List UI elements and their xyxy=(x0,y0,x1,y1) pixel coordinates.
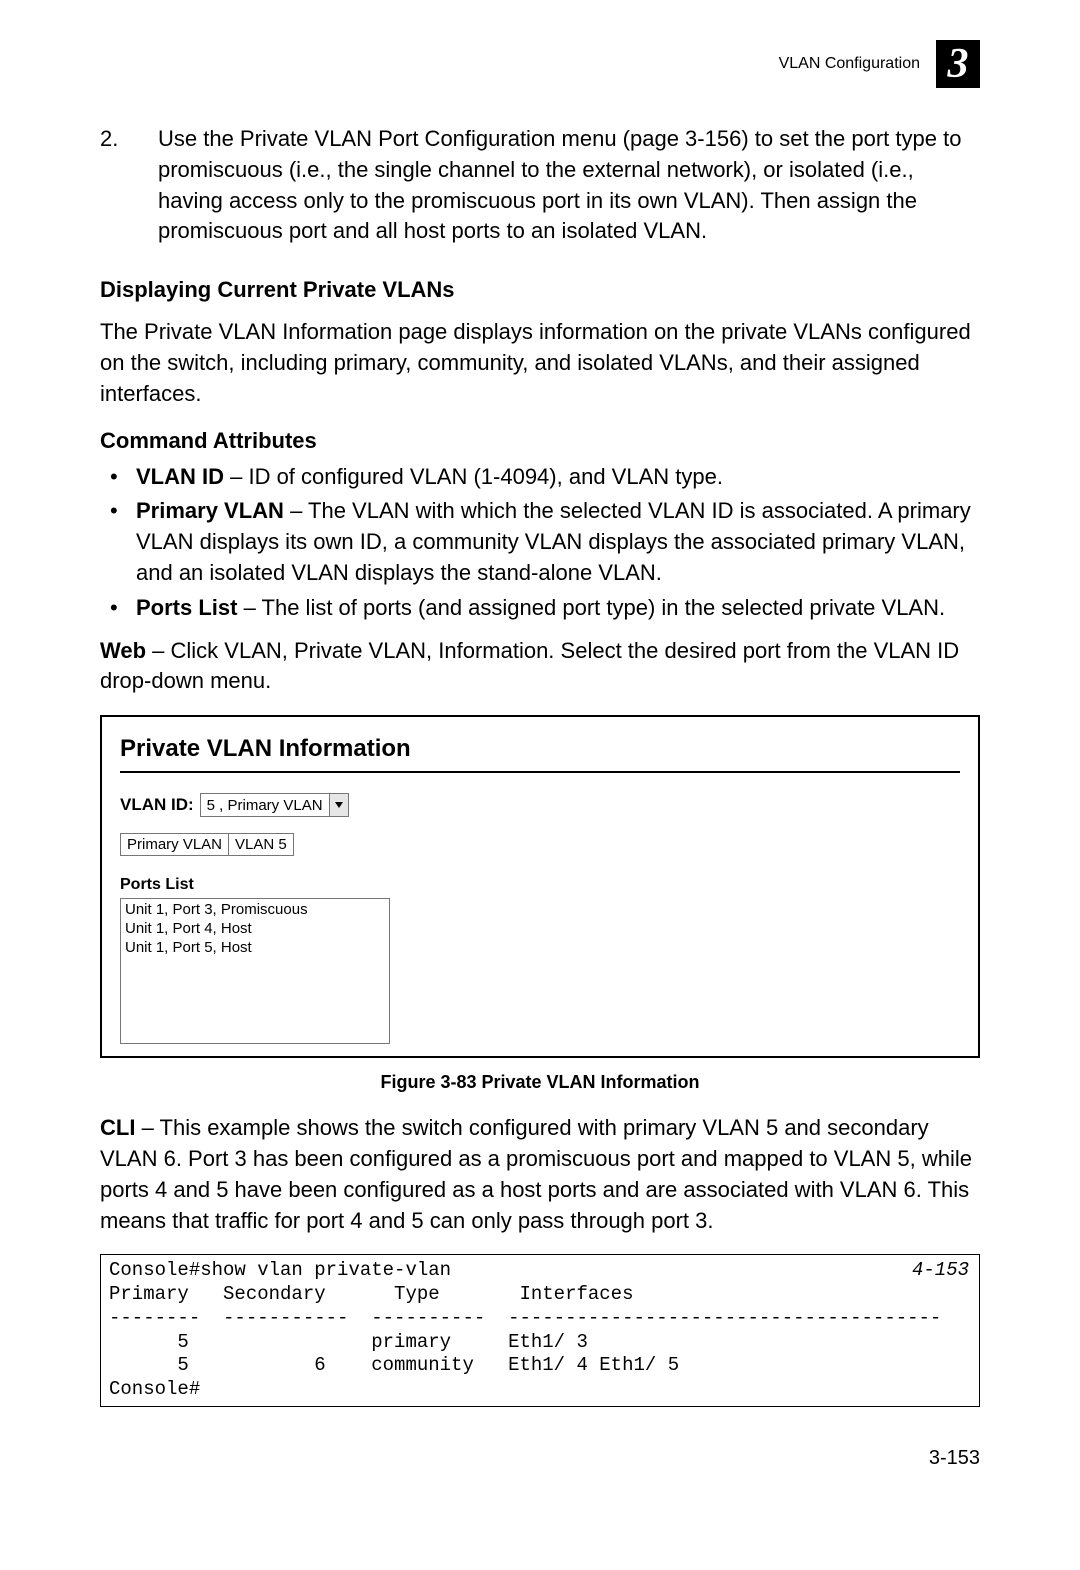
figure-caption: Figure 3-83 Private VLAN Information xyxy=(100,1072,980,1093)
bullet-dot: • xyxy=(110,462,124,493)
bullet-text: – ID of configured VLAN (1-4094), and VL… xyxy=(224,464,723,489)
web-prefix: Web xyxy=(100,638,146,663)
section-heading: Displaying Current Private VLANs xyxy=(100,277,980,303)
bullet-body: Ports List – The list of ports (and assi… xyxy=(136,593,945,624)
ports-list-label: Ports List xyxy=(120,876,960,894)
pv-header: Primary VLAN xyxy=(121,834,229,856)
cli-paragraph: CLI – This example shows the switch conf… xyxy=(100,1113,980,1236)
step-text: Use the Private VLAN Port Configuration … xyxy=(158,124,980,247)
intro-paragraph: The Private VLAN Information page displa… xyxy=(100,317,980,409)
panel-title: Private VLAN Information xyxy=(120,735,960,763)
command-attributes-heading: Command Attributes xyxy=(100,428,980,454)
ordered-step: 2. Use the Private VLAN Port Configurati… xyxy=(100,124,980,247)
vlan-id-value: 5 , Primary VLAN xyxy=(201,797,329,814)
ports-listbox[interactable]: Unit 1, Port 3, Promiscuous Unit 1, Port… xyxy=(120,898,390,1044)
vlan-id-label: VLAN ID: xyxy=(120,795,194,815)
chapter-badge: 3 xyxy=(936,40,980,88)
vlan-id-select[interactable]: 5 , Primary VLAN xyxy=(200,793,349,817)
header-title: VLAN Configuration xyxy=(779,55,920,73)
web-instructions: Web – Click VLAN, Private VLAN, Informat… xyxy=(100,636,980,698)
bullet-dot: • xyxy=(110,496,124,588)
chevron-down-icon[interactable] xyxy=(329,794,348,816)
divider xyxy=(120,771,960,773)
page-header: VLAN Configuration 3 xyxy=(100,40,980,88)
primary-vlan-table: Primary VLAN VLAN 5 xyxy=(120,833,294,856)
step-number: 2. xyxy=(100,124,130,247)
page-number: 3-153 xyxy=(100,1447,980,1470)
cli-prefix: CLI xyxy=(100,1115,135,1140)
bullet-item: • VLAN ID – ID of configured VLAN (1-4094… xyxy=(100,462,980,493)
list-item[interactable]: Unit 1, Port 4, Host xyxy=(125,920,385,939)
code-ref: 4-153 xyxy=(912,1259,969,1283)
code-body: Console#show vlan private-vlan Primary S… xyxy=(109,1259,941,1400)
web-text: – Click VLAN, Private VLAN, Information.… xyxy=(100,638,959,694)
pv-value: VLAN 5 xyxy=(229,834,294,856)
bullet-body: Primary VLAN – The VLAN with which the s… xyxy=(136,496,980,588)
list-item[interactable]: Unit 1, Port 5, Host xyxy=(125,939,385,958)
cli-text: – This example shows the switch configur… xyxy=(100,1115,972,1232)
bullet-term: Primary VLAN xyxy=(136,498,284,523)
cli-output: 4-153Console#show vlan private-vlan Prim… xyxy=(100,1254,980,1407)
list-item[interactable]: Unit 1, Port 3, Promiscuous xyxy=(125,901,385,920)
vlan-id-row: VLAN ID: 5 , Primary VLAN xyxy=(120,793,960,817)
bullet-term: VLAN ID xyxy=(136,464,224,489)
bullet-term: Ports List xyxy=(136,595,237,620)
bullet-item: • Ports List – The list of ports (and ass… xyxy=(100,593,980,624)
bullet-item: •Primary VLAN – The VLAN with which the … xyxy=(100,496,980,588)
bullet-text: – The list of ports (and assigned port t… xyxy=(237,595,945,620)
figure-frame: Private VLAN Information VLAN ID: 5 , Pr… xyxy=(100,715,980,1058)
bullet-body: VLAN ID – ID of configured VLAN (1-4094)… xyxy=(136,462,723,493)
bullet-dot: • xyxy=(110,593,124,624)
